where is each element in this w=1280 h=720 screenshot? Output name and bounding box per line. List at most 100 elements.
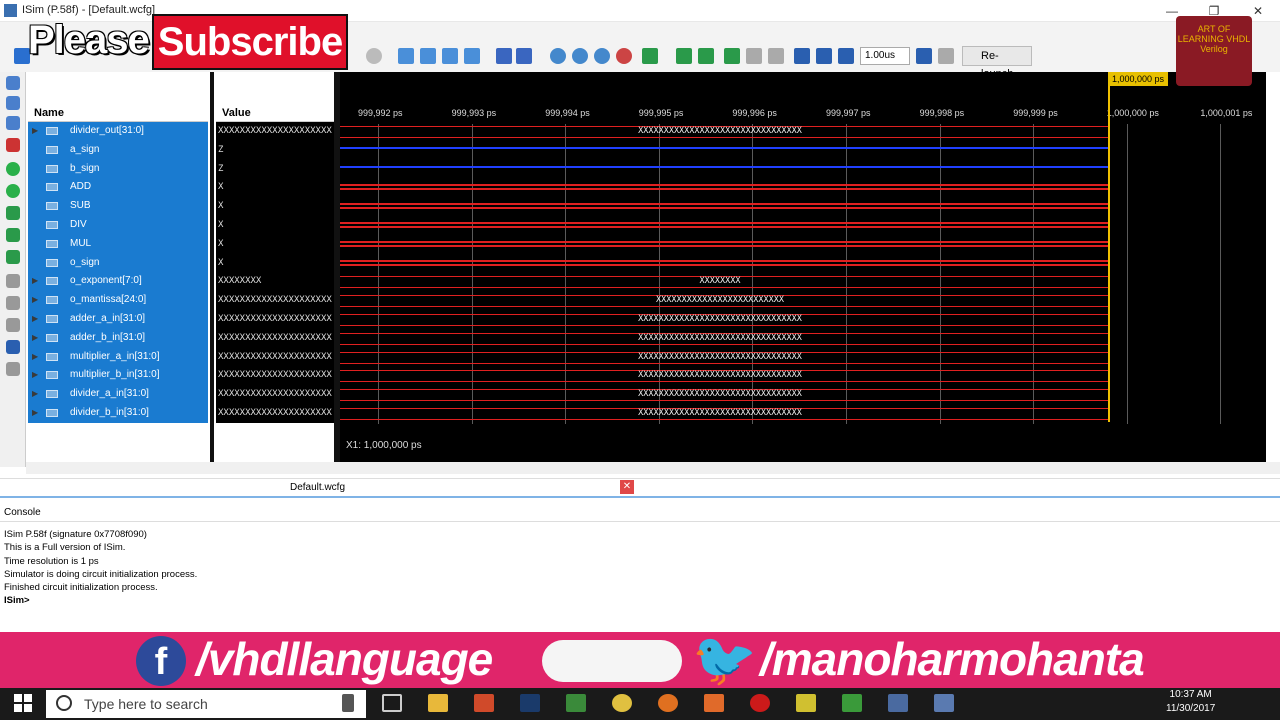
pause-icon[interactable] bbox=[938, 48, 954, 64]
microphone-icon[interactable] bbox=[342, 694, 354, 712]
name-column-header[interactable]: Name bbox=[28, 104, 208, 122]
console-output[interactable]: ISim P.58f (signature 0x7708f090) This i… bbox=[0, 524, 1280, 634]
tab-close-icon[interactable]: ✕ bbox=[620, 480, 634, 494]
signal-row[interactable]: ▶ divider_out[31:0] bbox=[28, 122, 208, 141]
signal-row[interactable]: o_sign bbox=[28, 253, 208, 273]
expand-arrow-icon[interactable]: ▶ bbox=[32, 310, 38, 328]
xilinx-icon[interactable] bbox=[566, 694, 586, 712]
find-icon[interactable] bbox=[6, 116, 20, 130]
signal-row[interactable]: ADD bbox=[28, 178, 208, 198]
signal-row[interactable]: ▶ adder_a_in[31:0] bbox=[28, 310, 208, 329]
run-for-icon[interactable] bbox=[838, 48, 854, 64]
media-player-icon[interactable] bbox=[474, 694, 494, 712]
ise-icon[interactable] bbox=[796, 694, 816, 712]
expand-arrow-icon[interactable]: ▶ bbox=[32, 272, 38, 290]
next-transition-icon[interactable] bbox=[6, 228, 20, 242]
signal-row[interactable]: ▶ multiplier_b_in[31:0] bbox=[28, 366, 208, 386]
signal-row[interactable]: ▶ divider_a_in[31:0] bbox=[28, 385, 208, 404]
go-last-icon[interactable] bbox=[6, 184, 20, 198]
opera-icon[interactable] bbox=[750, 694, 770, 712]
swap-icon[interactable] bbox=[746, 48, 762, 64]
app-icon-orange[interactable] bbox=[704, 694, 724, 712]
layout-icon[interactable] bbox=[420, 48, 436, 64]
zoom-icon[interactable] bbox=[6, 76, 20, 90]
expand-arrow-icon[interactable]: ▶ bbox=[32, 385, 38, 403]
signal-row[interactable]: DIV bbox=[28, 216, 208, 235]
relaunch-button[interactable]: Re-launch bbox=[962, 46, 1032, 80]
time-cursor[interactable] bbox=[1108, 72, 1110, 422]
photoshop-icon[interactable] bbox=[520, 694, 540, 712]
bit-waveform[interactable] bbox=[340, 240, 1108, 247]
stop-icon[interactable] bbox=[366, 48, 382, 64]
floating-ruler-icon[interactable] bbox=[6, 318, 20, 332]
cascade-icon[interactable] bbox=[464, 48, 480, 64]
bit-waveform[interactable] bbox=[340, 222, 1108, 228]
swap-side-icon[interactable] bbox=[6, 274, 20, 288]
go-first-icon[interactable] bbox=[6, 162, 20, 176]
marker-icon[interactable] bbox=[6, 138, 20, 152]
expand-arrow-icon[interactable]: ▶ bbox=[32, 291, 38, 309]
signal-row[interactable]: ▶ divider_b_in[31:0] bbox=[28, 404, 208, 423]
next-marker-icon[interactable] bbox=[698, 48, 714, 64]
bit-waveform[interactable] bbox=[340, 259, 1108, 266]
zoom-full-icon[interactable] bbox=[594, 48, 610, 64]
signal-row[interactable]: ▶ o_exponent[7:0] bbox=[28, 272, 208, 292]
settings-icon[interactable] bbox=[6, 362, 20, 376]
taskbar-clock[interactable]: 10:37 AM 11/30/2017 bbox=[1166, 688, 1215, 716]
signal-row[interactable]: MUL bbox=[28, 234, 208, 254]
snap-icon[interactable] bbox=[6, 296, 20, 310]
file-explorer-icon[interactable] bbox=[428, 694, 448, 712]
refresh-icon[interactable] bbox=[642, 48, 658, 64]
task-view-icon[interactable] bbox=[382, 694, 402, 712]
signal-row[interactable]: ▶ adder_b_in[31:0] bbox=[28, 328, 208, 348]
isim-icon[interactable] bbox=[842, 694, 862, 712]
signal-name: SUB bbox=[70, 200, 91, 212]
expand-arrow-icon[interactable]: ▶ bbox=[32, 348, 38, 366]
restart-icon[interactable] bbox=[794, 48, 810, 64]
prev-transition-icon[interactable] bbox=[6, 206, 20, 220]
zoom-cursor-icon[interactable] bbox=[616, 48, 632, 64]
zoom-out-icon[interactable] bbox=[572, 48, 588, 64]
signal-row[interactable]: ▶ o_mantissa[24:0] bbox=[28, 291, 208, 310]
window-icon[interactable] bbox=[442, 48, 458, 64]
add-marker-side-icon[interactable] bbox=[6, 250, 20, 264]
bit-waveform[interactable] bbox=[340, 203, 1108, 210]
expand-arrow-icon[interactable]: ▶ bbox=[32, 366, 38, 384]
expand-arrow-icon[interactable]: ▶ bbox=[32, 329, 38, 347]
search-icon[interactable] bbox=[6, 96, 20, 110]
firefox-icon[interactable] bbox=[658, 694, 678, 712]
ruler-icon[interactable] bbox=[6, 340, 20, 354]
step-icon[interactable] bbox=[916, 48, 932, 64]
help-icon[interactable] bbox=[516, 48, 532, 64]
taskbar-search-input[interactable]: Type here to search bbox=[46, 690, 366, 718]
bit-waveform[interactable] bbox=[340, 184, 1108, 191]
console-prompt[interactable]: ISim> bbox=[4, 594, 1276, 607]
signal-row[interactable]: b_sign bbox=[28, 159, 208, 179]
waveform-viewer[interactable]: 999,992 ps 999,993 ps 999,994 ps 999,995 ps… bbox=[340, 72, 1266, 462]
app-icon-blue[interactable] bbox=[888, 694, 908, 712]
remove-marker-icon[interactable] bbox=[768, 48, 784, 64]
signal-row[interactable]: ▶ multiplier_a_in[31:0] bbox=[28, 347, 208, 367]
expand-arrow-icon[interactable]: ▶ bbox=[32, 122, 38, 140]
tools-icon[interactable] bbox=[496, 48, 512, 64]
prev-marker-icon[interactable] bbox=[676, 48, 692, 64]
signal-value: XXXXXXXXXXXXXXXXXXXXX bbox=[216, 347, 334, 367]
signal-row[interactable]: SUB bbox=[28, 197, 208, 216]
app-icon-active[interactable] bbox=[934, 694, 954, 712]
value-column-header[interactable]: Value bbox=[216, 104, 334, 122]
horizontal-scrollbar[interactable] bbox=[26, 462, 1280, 474]
chrome-icon[interactable] bbox=[612, 694, 632, 712]
windows-start-icon[interactable] bbox=[14, 694, 32, 712]
zoom-in-icon[interactable] bbox=[550, 48, 566, 64]
expand-arrow-icon[interactable]: ▶ bbox=[32, 404, 38, 422]
signal-row[interactable]: a_sign bbox=[28, 140, 208, 160]
run-time-field[interactable]: 1.00us bbox=[860, 47, 910, 65]
column-splitter[interactable] bbox=[210, 72, 214, 462]
signal-name: multiplier_a_in[31:0] bbox=[70, 350, 160, 362]
tab-default-wcfg[interactable]: Default.wcfg bbox=[290, 482, 345, 493]
add-marker-icon[interactable] bbox=[724, 48, 740, 64]
bit-waveform[interactable] bbox=[340, 146, 1108, 149]
zoom-fit-icon[interactable] bbox=[398, 48, 414, 64]
run-all-icon[interactable] bbox=[816, 48, 832, 64]
bit-waveform[interactable] bbox=[340, 165, 1108, 168]
